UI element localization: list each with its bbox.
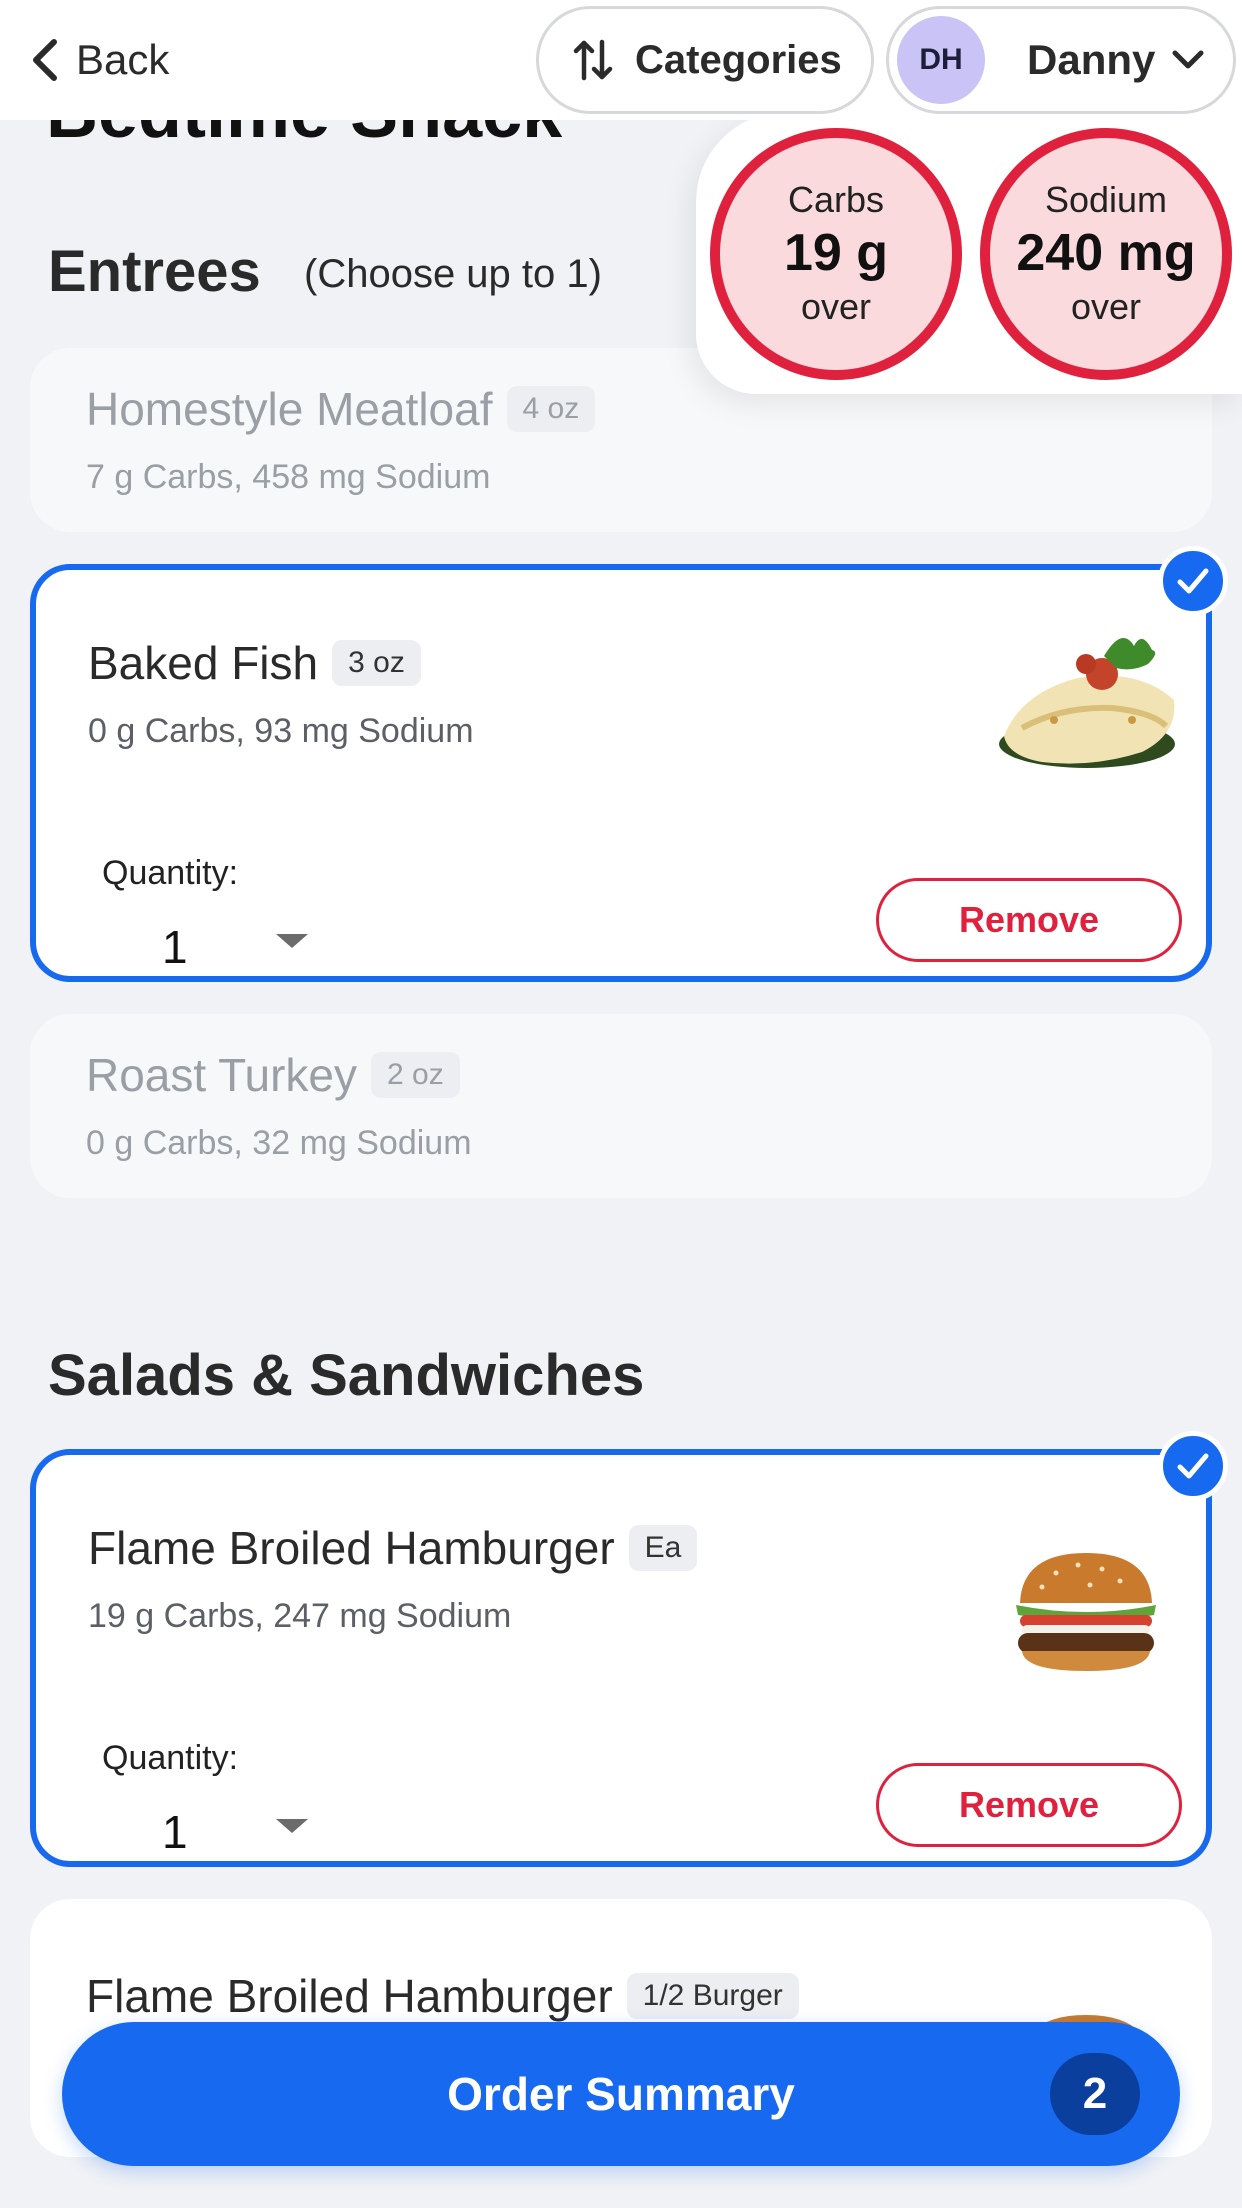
user-name: Danny xyxy=(1027,36,1156,83)
sodium-indicator: Sodium 240 mg over xyxy=(980,128,1232,380)
item-name-row: Homestyle Meatloaf 4 oz xyxy=(86,382,596,436)
item-name: Homestyle Meatloaf xyxy=(86,383,493,435)
section-title-entrees: Entrees xyxy=(48,239,261,304)
portion-badge: 3 oz xyxy=(332,639,421,686)
remove-button[interactable]: Remove xyxy=(876,1763,1182,1847)
portion-badge: 2 oz xyxy=(371,1051,460,1098)
portion-badge: Ea xyxy=(628,1524,698,1571)
item-name-row: Flame Broiled Hamburger 1/2 Burger xyxy=(86,1969,799,2023)
sodium-value: 240 mg xyxy=(1016,224,1196,282)
portion-badge: 1/2 Burger xyxy=(626,1972,799,2019)
check-icon xyxy=(1158,546,1228,616)
item-nutrition: 19 g Carbs, 247 mg Sodium xyxy=(88,1597,512,1635)
menu-item-card-selected[interactable]: Baked Fish 3 oz 0 g Carbs, 93 mg Sodium Q… xyxy=(30,564,1212,982)
top-bar: Back Categories DH Danny xyxy=(0,0,1242,120)
sodium-label: Sodium xyxy=(1044,179,1168,220)
item-name-row: Baked Fish 3 oz xyxy=(88,636,421,690)
avatar: DH xyxy=(897,16,985,104)
order-count-badge: 2 xyxy=(1050,2053,1140,2135)
back-label: Back xyxy=(76,36,170,83)
carbs-status: over xyxy=(800,286,872,327)
sort-arrows-icon xyxy=(573,39,613,81)
remove-button[interactable]: Remove xyxy=(876,878,1182,962)
nutrient-summary-panel: Carbs 19 g over Sodium 240 mg over xyxy=(696,112,1242,394)
menu-item-card-selected[interactable]: Flame Broiled Hamburger Ea 19 g Carbs, 24… xyxy=(30,1449,1212,1867)
categories-label: Categories xyxy=(635,37,842,82)
quantity-value[interactable]: 1 xyxy=(162,1805,188,1859)
item-name-row: Flame Broiled Hamburger Ea xyxy=(88,1521,698,1575)
item-nutrition: 0 g Carbs, 93 mg Sodium xyxy=(88,712,474,750)
quantity-label: Quantity: xyxy=(102,1739,239,1777)
baked-fish-image xyxy=(999,638,1175,768)
item-name: Baked Fish xyxy=(88,637,319,689)
hamburger-image xyxy=(1016,1553,1156,1671)
caret-down-icon[interactable] xyxy=(276,934,308,948)
portion-badge: 4 oz xyxy=(506,385,596,432)
section-hint: (Choose up to 1) xyxy=(304,252,602,296)
user-menu[interactable]: DH Danny xyxy=(886,6,1236,114)
item-name: Flame Broiled Hamburger xyxy=(88,1522,615,1574)
order-summary-button[interactable]: Order Summary 2 xyxy=(62,2022,1180,2166)
item-nutrition: 7 g Carbs, 458 mg Sodium xyxy=(86,458,491,496)
categories-button[interactable]: Categories xyxy=(536,6,874,114)
quantity-label: Quantity: xyxy=(102,854,239,892)
check-icon xyxy=(1158,1431,1228,1501)
sodium-status: over xyxy=(1070,286,1142,327)
carbs-indicator: Carbs 19 g over xyxy=(710,128,962,380)
menu-item-card[interactable]: Roast Turkey 2 oz 0 g Carbs, 32 mg Sodium xyxy=(30,1014,1212,1198)
item-name: Flame Broiled Hamburger xyxy=(86,1970,613,2022)
caret-down-icon[interactable] xyxy=(276,1819,308,1833)
quantity-value[interactable]: 1 xyxy=(162,920,188,974)
item-nutrition: 0 g Carbs, 32 mg Sodium xyxy=(86,1124,472,1162)
item-name: Roast Turkey xyxy=(86,1049,357,1101)
back-button[interactable]: Back xyxy=(28,32,169,88)
carbs-value: 19 g xyxy=(783,224,889,282)
order-summary-label: Order Summary xyxy=(447,2068,795,2120)
chevron-down-icon xyxy=(1172,50,1204,69)
carbs-label: Carbs xyxy=(787,179,885,220)
item-name-row: Roast Turkey 2 oz xyxy=(86,1048,460,1102)
chevron-left-icon xyxy=(33,39,57,81)
section-title-salads-sandwiches: Salads & Sandwiches xyxy=(48,1343,645,1408)
